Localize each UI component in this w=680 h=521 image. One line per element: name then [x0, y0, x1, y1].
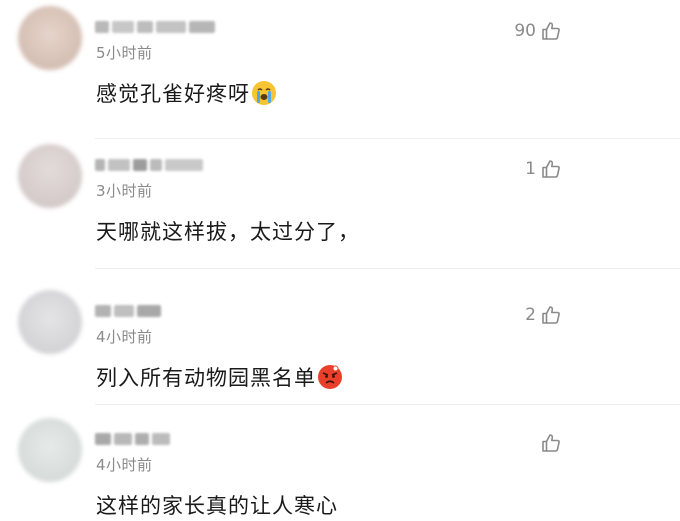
comment-text-body: 这样的家长真的让人寒心	[96, 494, 338, 518]
comment-item: 4小时前 这样的家长真的让人寒心	[0, 418, 680, 521]
thumbs-up-icon	[540, 432, 562, 454]
comment-text-body: 列入所有动物园黑名单	[96, 366, 316, 390]
comment-text: 这样的家长真的让人寒心	[96, 490, 338, 520]
comment-time: 4小时前	[96, 328, 153, 346]
comment-time: 4小时前	[96, 456, 153, 474]
comment-text: 天哪就这样拔，太过分了，	[96, 216, 360, 246]
username-blurred[interactable]	[95, 18, 215, 36]
like-button[interactable]: 90	[514, 20, 562, 42]
like-button[interactable]: 2	[525, 304, 562, 326]
comment-text-body: 感觉孔雀好疼呀	[96, 82, 250, 106]
comment-time: 3小时前	[96, 182, 153, 200]
avatar[interactable]	[18, 6, 82, 70]
angry-face-emoji-icon	[318, 365, 342, 389]
comment-item: 5小时前 感觉孔雀好疼呀 90	[0, 6, 680, 146]
comment-time: 5小时前	[96, 44, 153, 62]
thumbs-up-icon	[540, 158, 562, 180]
thumbs-up-icon	[540, 20, 562, 42]
comment-item: 4小时前 列入所有动物园黑名单 2	[0, 290, 680, 420]
avatar[interactable]	[18, 144, 82, 208]
divider	[95, 404, 680, 405]
comment-text-body: 天哪就这样拔，太过分了，	[96, 220, 360, 244]
avatar[interactable]	[18, 418, 82, 482]
like-count: 2	[525, 305, 536, 325]
divider	[95, 138, 680, 139]
comment-item: 3小时前 天哪就这样拔，太过分了， 1	[0, 144, 680, 274]
like-count: 1	[525, 159, 536, 179]
username-blurred[interactable]	[95, 302, 161, 320]
like-button[interactable]	[536, 432, 562, 454]
like-button[interactable]: 1	[525, 158, 562, 180]
avatar[interactable]	[18, 290, 82, 354]
username-blurred[interactable]	[95, 156, 203, 174]
thumbs-up-icon	[540, 304, 562, 326]
username-blurred[interactable]	[95, 430, 170, 448]
comment-text: 感觉孔雀好疼呀	[96, 78, 276, 108]
like-count: 90	[514, 21, 536, 41]
loudly-crying-emoji-icon	[252, 81, 276, 105]
divider	[95, 268, 680, 269]
comment-text: 列入所有动物园黑名单	[96, 362, 342, 392]
